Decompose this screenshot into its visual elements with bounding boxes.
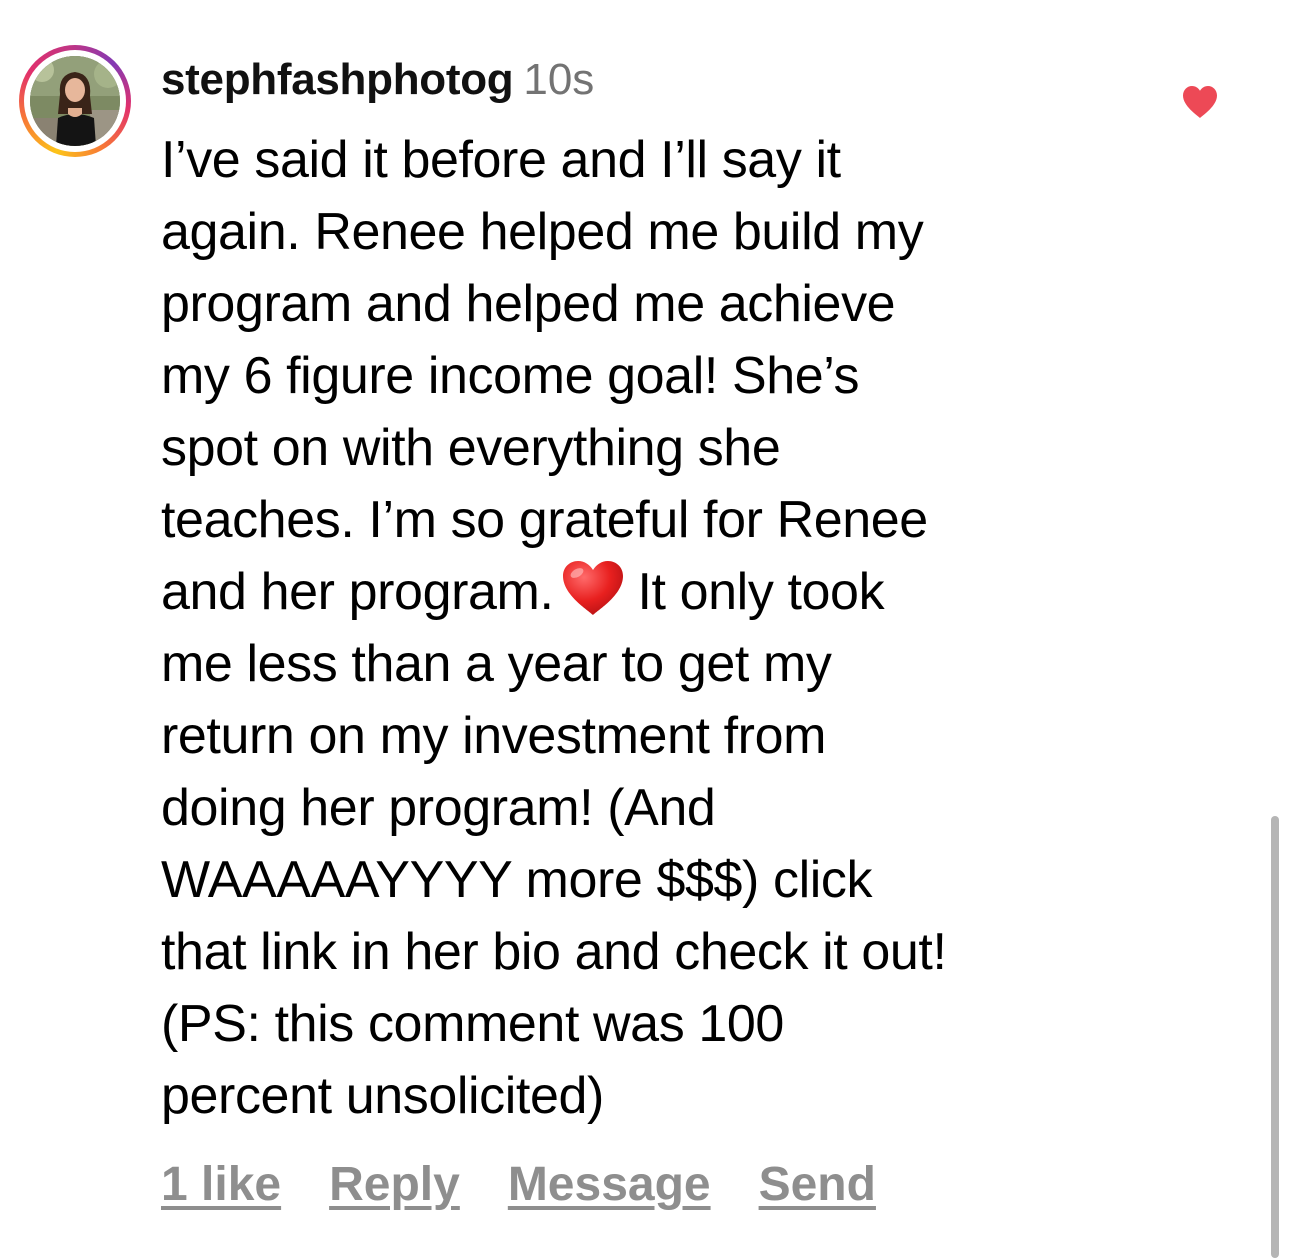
avatar-photo [30, 56, 120, 146]
comment-line: percent unsolicited) [161, 1067, 604, 1125]
comment-text-segment: It only took [637, 563, 885, 621]
comment-line: me less than a year to get my [161, 635, 832, 693]
comment-item: stephfashphotog 10s I’ve said it before a… [0, 0, 1290, 1258]
comment-actions: 1 like Reply Message Send [161, 1150, 924, 1220]
comment-line: teaches. I’m so grateful for Renee [161, 491, 928, 549]
avatar-ring-gap [24, 50, 126, 152]
comment-line: doing her program! (And [161, 779, 716, 837]
avatar[interactable] [30, 56, 120, 146]
comment-line: my 6 figure income goal! She’s [161, 347, 860, 405]
scrollbar[interactable] [1271, 816, 1279, 1258]
comment-line: again. Renee helped me build my [161, 203, 924, 261]
avatar-story-ring[interactable] [19, 45, 131, 157]
comment-text: I’ve said it before and I’ll say it agai… [161, 124, 1141, 1132]
comment-line: (PS: this comment was 100 [161, 995, 784, 1053]
comment-line: program and helped me achieve [161, 275, 896, 333]
username-link[interactable]: stephfashphotog [161, 55, 514, 104]
comment-header: stephfashphotog 10s [161, 50, 594, 110]
red-heart-emoji-icon [562, 561, 623, 615]
send-button[interactable]: Send [759, 1150, 876, 1220]
comment-line: return on my investment from [161, 707, 827, 765]
comment-line: I’ve said it before and I’ll say it [161, 131, 841, 189]
comment-text-segment: and her program. [161, 563, 554, 621]
comment-line-with-emoji: and her program. It only took [161, 556, 1141, 628]
message-button[interactable]: Message [508, 1150, 711, 1220]
comment-line: spot on with everything she [161, 419, 781, 477]
comment-timestamp: 10s [523, 55, 595, 104]
comment-line: that link in her bio and check it out! [161, 923, 947, 981]
likes-count-link[interactable]: 1 like [161, 1150, 281, 1220]
heart-icon[interactable] [1181, 84, 1219, 120]
reply-button[interactable]: Reply [329, 1150, 460, 1220]
comment-line: WAAAAAYYYY more $$$) click [161, 851, 873, 909]
